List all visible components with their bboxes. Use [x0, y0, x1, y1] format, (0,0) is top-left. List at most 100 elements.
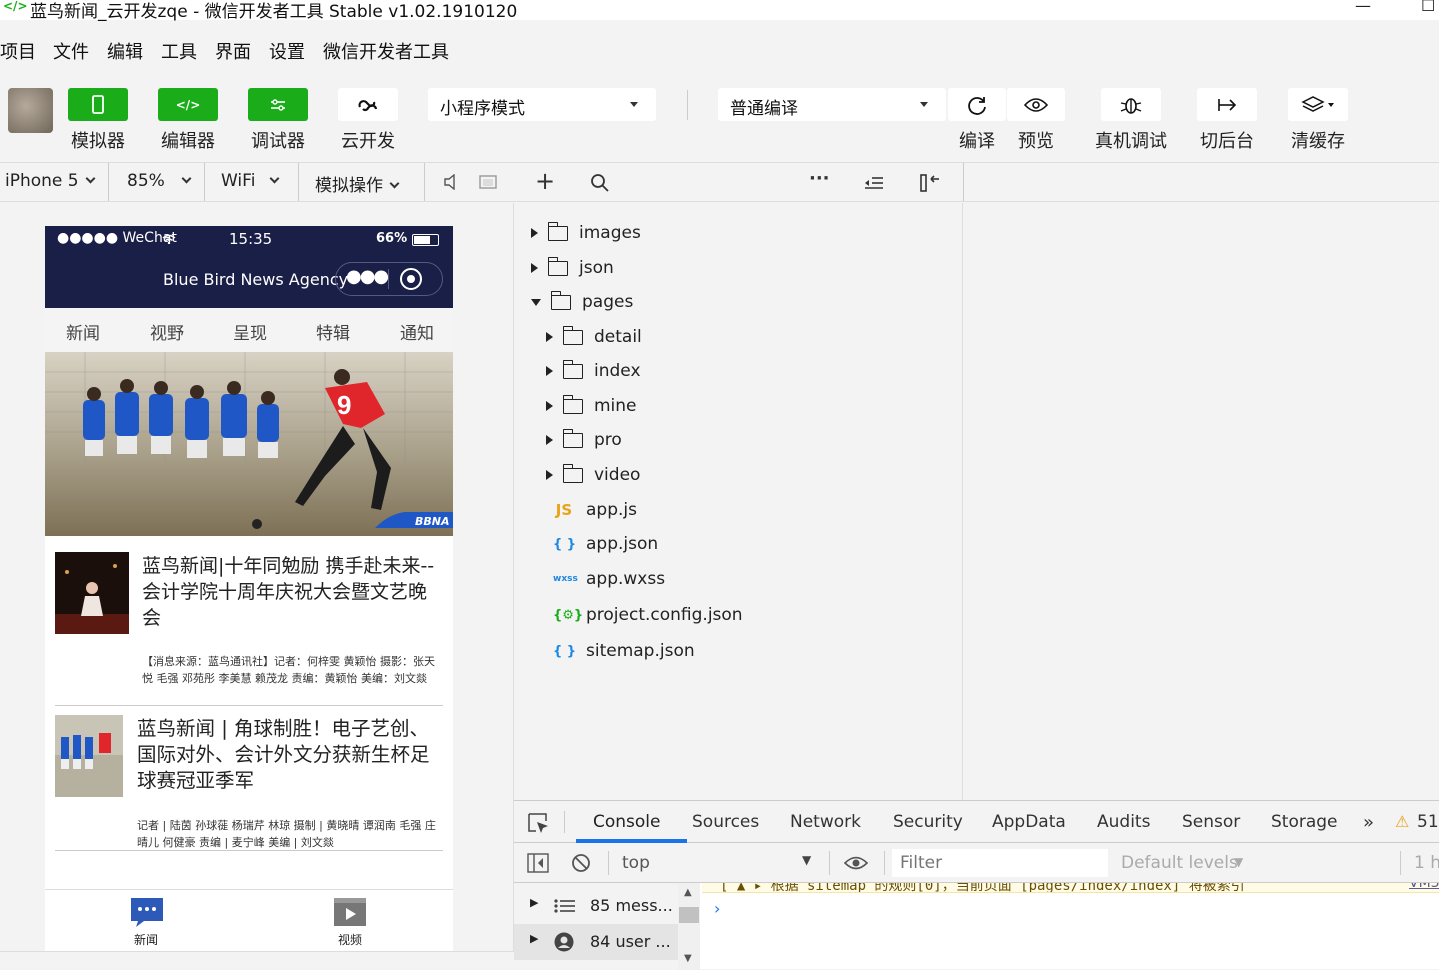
tree-folder-images[interactable]: images — [531, 218, 641, 248]
add-file-icon[interactable]: + — [535, 167, 555, 195]
tree-folder-pro[interactable]: pro — [546, 425, 622, 455]
messages-filter-row[interactable]: ▶ 85 mess... — [514, 888, 700, 924]
divider — [204, 163, 205, 201]
tree-folder-index[interactable]: index — [546, 356, 641, 386]
collapse-all-icon[interactable] — [864, 175, 884, 191]
warning-count[interactable]: 51 — [1417, 812, 1439, 832]
more-tabs-icon[interactable]: » — [1363, 812, 1374, 833]
tree-file-app-js[interactable]: JS app.js — [553, 495, 637, 525]
console-warning-message: [ ▲ ▸ 根据 sitemap 的规则[0]，当前页面 [pages/inde… — [702, 883, 1439, 893]
menu-settings[interactable]: 设置 — [269, 38, 305, 64]
wifi-icon — [162, 234, 176, 244]
cloud-dev-button[interactable] — [338, 88, 398, 121]
tab-feature[interactable]: 特辑 — [316, 319, 350, 344]
context-select[interactable]: top — [622, 853, 650, 873]
tab-sources[interactable]: Sources — [692, 812, 759, 832]
tab-audits[interactable]: Audits — [1097, 812, 1150, 832]
tree-folder-mine[interactable]: mine — [546, 391, 637, 421]
tab-storage[interactable]: Storage — [1271, 812, 1338, 832]
minimize-button[interactable]: — — [1355, 0, 1371, 15]
tree-file-app-wxss[interactable]: wxss app.wxss — [553, 564, 665, 594]
tree-folder-video[interactable]: video — [546, 460, 640, 490]
tree-folder-json[interactable]: json — [531, 253, 614, 283]
zoom-select[interactable]: 85% — [127, 171, 192, 191]
folder-icon — [547, 256, 568, 276]
compile-select[interactable]: 普通编译 — [718, 88, 946, 121]
menu-edit[interactable]: 编辑 — [107, 38, 143, 64]
compile-button[interactable] — [948, 88, 1006, 121]
menu-wechat-devtools[interactable]: 微信开发者工具 — [323, 38, 449, 64]
console-filter-input[interactable] — [892, 849, 1108, 877]
menu-tools[interactable]: 工具 — [161, 38, 197, 64]
tab-notice[interactable]: 通知 — [400, 319, 434, 344]
scroll-up-icon[interactable]: ▲ — [684, 887, 692, 898]
avatar[interactable] — [8, 88, 53, 133]
close-target-icon[interactable] — [400, 268, 422, 290]
tabbar-item-news[interactable] — [130, 897, 164, 927]
real-device-debug-button[interactable] — [1101, 88, 1161, 121]
tree-item-label: project.config.json — [586, 605, 743, 625]
sidebar-scrollbar[interactable]: ▲ ▼ — [678, 883, 700, 970]
json-file-icon: { } — [553, 643, 577, 659]
tab-security[interactable]: Security — [893, 812, 963, 832]
detach-window-icon[interactable] — [479, 175, 497, 189]
chevron-right-icon: ▶ — [530, 932, 539, 945]
folder-icon — [562, 325, 583, 345]
toggle-sidebar-icon[interactable] — [527, 853, 549, 873]
tab-vision[interactable]: 视野 — [150, 319, 184, 344]
divider — [55, 850, 443, 851]
clear-cache-button[interactable] — [1288, 88, 1348, 121]
user-messages-row[interactable]: ▶ 84 user ... — [514, 924, 700, 960]
tabbar-item-video[interactable] — [333, 897, 367, 927]
folder-icon — [562, 394, 583, 414]
tree-file-app-json[interactable]: { } app.json — [553, 529, 658, 559]
editor-toggle-button[interactable]: </> — [158, 88, 218, 121]
eye-icon[interactable] — [843, 855, 869, 871]
banner-watermark: BBNA — [415, 515, 450, 528]
menu-project[interactable]: 项目 — [0, 38, 36, 64]
tree-file-project-config[interactable]: {⚙} project.config.json — [553, 600, 743, 630]
tab-news[interactable]: 新闻 — [66, 319, 100, 344]
menu-view[interactable]: 界面 — [215, 38, 251, 64]
tab-present[interactable]: 呈现 — [233, 319, 267, 344]
scrollbar-thumb[interactable] — [679, 907, 699, 923]
log-levels-select[interactable]: Default levels — [1121, 853, 1238, 873]
more-options-icon[interactable]: ··· — [809, 168, 830, 189]
switch-background-button[interactable] — [1197, 88, 1257, 121]
tab-sensor[interactable]: Sensor — [1182, 812, 1240, 832]
preview-button[interactable] — [1007, 88, 1065, 121]
speaker-icon[interactable] — [443, 174, 457, 190]
source-link[interactable]: VM3 — [1409, 883, 1439, 891]
article-meta: 【消息来源：蓝鸟通讯社】记者：何梓雯 黄颖怡 摄影：张天悦 毛强 邓苑彤 李美慧… — [142, 655, 435, 685]
tab-network[interactable]: Network — [790, 812, 861, 832]
device-select[interactable]: iPhone 5 — [5, 171, 96, 191]
chevron-right-icon — [546, 332, 553, 342]
collapse-sidebar-icon[interactable] — [919, 173, 941, 193]
more-dots-icon[interactable]: ●●● — [346, 266, 389, 287]
network-select[interactable]: WiFi — [221, 171, 280, 191]
console-prompt-icon[interactable]: › — [714, 899, 720, 918]
tree-item-label: video — [594, 465, 641, 485]
tree-file-sitemap[interactable]: { } sitemap.json — [553, 636, 695, 666]
simulator-toggle-button[interactable] — [68, 88, 128, 121]
banner-carousel[interactable]: 9 BBNA — [45, 352, 453, 536]
simulate-ops-select[interactable]: 模拟操作 — [315, 171, 400, 196]
main-toolbar: 模拟器 </> 编辑器 调试器 云开发 小程序模式 普通编译 编译 预览 真机调… — [0, 80, 1439, 162]
search-icon[interactable] — [590, 173, 610, 193]
tab-appdata[interactable]: AppData — [992, 812, 1066, 832]
maximize-button[interactable]: ☐ — [1421, 0, 1435, 15]
tree-folder-detail[interactable]: detail — [546, 322, 642, 352]
json-file-icon: { } — [553, 536, 577, 552]
inspect-element-icon[interactable] — [528, 813, 550, 833]
capsule-menu[interactable]: ●●● — [335, 262, 443, 296]
tab-console[interactable]: Console — [593, 812, 661, 832]
clear-console-icon[interactable] — [571, 853, 591, 873]
compile-label: 编译 — [959, 131, 995, 152]
debugger-toggle-button[interactable] — [248, 88, 308, 121]
code-editor-pane[interactable] — [964, 203, 1439, 800]
mode-select[interactable]: 小程序模式 — [428, 88, 656, 121]
scroll-down-icon[interactable]: ▼ — [684, 953, 692, 964]
tree-folder-pages[interactable]: pages — [531, 287, 633, 317]
chevron-down-icon[interactable]: ▼ — [802, 853, 811, 867]
menu-file[interactable]: 文件 — [53, 38, 89, 64]
